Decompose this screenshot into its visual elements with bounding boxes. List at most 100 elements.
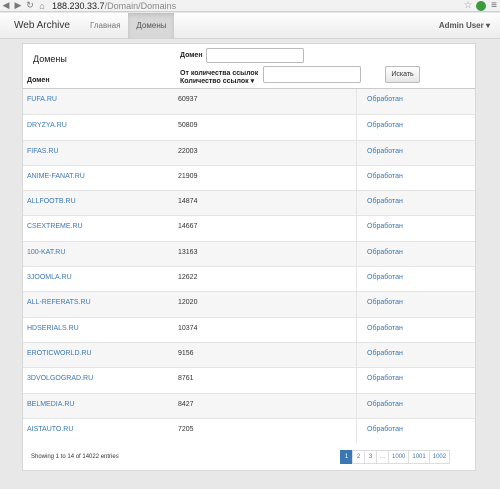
table-row: 3JOOMLA.RU 12622 Обработан [23, 266, 475, 292]
home-icon[interactable]: ⌂ [36, 1, 48, 11]
table-row: BELMEDIA.RU 8427 Обработан [23, 392, 475, 418]
status-link[interactable]: Обработан [367, 350, 403, 357]
status-link[interactable]: Обработан [367, 426, 403, 433]
link-count: 50809 [178, 122, 198, 130]
filter-domain-label: Домен [180, 52, 203, 59]
domain-link[interactable]: FUFA.RU [27, 96, 57, 103]
page-button[interactable]: 1002 [428, 450, 451, 464]
column-divider [356, 140, 357, 165]
column-divider [356, 418, 357, 444]
domain-link[interactable]: HDSERIALS.RU [27, 325, 79, 332]
status-link[interactable]: Обработан [367, 122, 403, 129]
table-row: FUFA.RU 60937 Обработан [23, 89, 475, 115]
domain-link[interactable]: 3JOOMLA.RU [27, 274, 72, 281]
domain-link[interactable]: ANIME-FANAT.RU [27, 173, 85, 180]
domains-panel: Домены Домен От количества ссылок Искать… [22, 43, 476, 471]
url-field[interactable]: 188.230.33.7/Domain/Domains [52, 1, 462, 11]
domains-table: FUFA.RU 60937 Обработан DRYZYA.RU 50809 Обраб… [23, 89, 475, 444]
page-button[interactable]: 1000 [388, 450, 410, 464]
link-count: 14874 [178, 198, 198, 206]
column-divider [356, 165, 357, 191]
domain-link[interactable]: 3DVOLGOGRAD.RU [27, 375, 93, 382]
domain-link[interactable]: EROTICWORLD.RU [27, 350, 92, 357]
nav-home[interactable]: Главная [82, 13, 128, 39]
domain-link[interactable]: FIFAS.RU [27, 148, 59, 155]
entries-info: Showing 1 to 14 of 14022 entries [31, 454, 119, 460]
nav-domains[interactable]: Домены [128, 12, 175, 39]
domain-link[interactable]: BELMEDIA.RU [27, 401, 74, 408]
link-count: 8427 [178, 400, 194, 408]
domain-link[interactable]: ALLFOOTB.RU [27, 198, 76, 205]
table-row: AISTAUTO.RU 7205 Обработан [23, 417, 475, 444]
top-navbar: Web Archive Главная Домены Admin User ▾ [0, 12, 500, 39]
brand[interactable]: Web Archive [14, 20, 70, 31]
link-count: 9156 [178, 349, 194, 357]
link-count: 12020 [178, 299, 198, 307]
status-link[interactable]: Обработан [367, 299, 403, 306]
pagination: 1 2 3... 1000 1001 1002 [340, 450, 451, 464]
column-divider [356, 342, 357, 368]
status-link[interactable]: Обработан [367, 274, 403, 281]
domain-link[interactable]: 100-KAT.RU [27, 249, 65, 256]
column-divider [356, 115, 357, 140]
panel-title: Домены [33, 54, 67, 64]
table-row: 3DVOLGOGRAD.RU 8761 Обработан [23, 367, 475, 393]
column-divider [356, 267, 357, 292]
filter-domain-input[interactable] [206, 48, 304, 63]
link-count: 7205 [178, 425, 194, 433]
column-divider [356, 292, 357, 317]
table-row: 100-KAT.RU 13163 Обработан [23, 240, 475, 267]
status-link[interactable]: Обработан [367, 375, 403, 382]
back-icon[interactable]: ◀ [0, 0, 12, 11]
status-link[interactable]: Обработан [367, 223, 403, 230]
filter-count-label: От количества ссылок [180, 70, 259, 77]
search-button[interactable]: Искать [385, 66, 420, 83]
status-link[interactable]: Обработан [367, 148, 403, 155]
link-count: 12622 [178, 274, 198, 282]
column-header-domain[interactable]: Домен [27, 77, 50, 84]
table-row: ANIME-FANAT.RU 21909 Обработан [23, 164, 475, 191]
domain-link[interactable]: CSEXTREME.RU [27, 223, 83, 230]
link-count: 14667 [178, 223, 198, 231]
status-link[interactable]: Обработан [367, 325, 403, 332]
domain-link[interactable]: ALL-REFERATS.RU [27, 299, 91, 306]
link-count: 13163 [178, 248, 198, 256]
column-divider [356, 393, 357, 418]
table-row: FIFAS.RU 22003 Обработан [23, 139, 475, 165]
link-count: 60937 [178, 96, 198, 103]
page-button[interactable]: 1001 [408, 450, 430, 464]
column-header-count[interactable]: Количество ссылок ▾ [180, 77, 254, 85]
table-row: ALLFOOTB.RU 14874 Обработан [23, 190, 475, 216]
status-link[interactable]: Обработан [367, 249, 403, 256]
column-divider [356, 191, 357, 216]
column-divider [356, 89, 357, 115]
column-divider [356, 317, 357, 342]
user-menu[interactable]: Admin User ▾ [439, 21, 490, 30]
browser-address-bar: ◀ ▶ ↻ ⌂ 188.230.33.7/Domain/Domains ☆ ≡ [0, 0, 500, 12]
link-count: 22003 [178, 147, 198, 155]
status-link[interactable]: Обработан [367, 173, 403, 180]
domain-link[interactable]: DRYZYA.RU [27, 122, 67, 129]
menu-icon[interactable]: ≡ [488, 0, 500, 11]
extension-icon[interactable] [476, 0, 486, 11]
table-row: CSEXTREME.RU 14667 Обработан [23, 215, 475, 241]
link-count: 8761 [178, 375, 194, 383]
link-count: 21909 [178, 172, 198, 180]
table-row: HDSERIALS.RU 10374 Обработан [23, 316, 475, 342]
sort-desc-icon: ▾ [250, 78, 255, 85]
status-link[interactable]: Обработан [367, 401, 403, 408]
link-count: 10374 [178, 324, 198, 332]
status-link[interactable]: Обработан [367, 198, 403, 205]
column-divider [356, 241, 357, 267]
column-divider [356, 368, 357, 393]
forward-icon[interactable]: ▶ [12, 0, 24, 11]
domain-link[interactable]: AISTAUTO.RU [27, 426, 73, 433]
bookmark-star-icon[interactable]: ☆ [462, 0, 474, 11]
column-divider [356, 216, 357, 241]
reload-icon[interactable]: ↻ [24, 0, 36, 11]
table-row: DRYZYA.RU 50809 Обработан [23, 114, 475, 140]
status-link[interactable]: Обработан [367, 96, 403, 103]
table-row: EROTICWORLD.RU 9156 Обработан [23, 341, 475, 368]
filter-count-input[interactable] [263, 66, 361, 83]
table-row: ALL-REFERATS.RU 12020 Обработан [23, 291, 475, 317]
